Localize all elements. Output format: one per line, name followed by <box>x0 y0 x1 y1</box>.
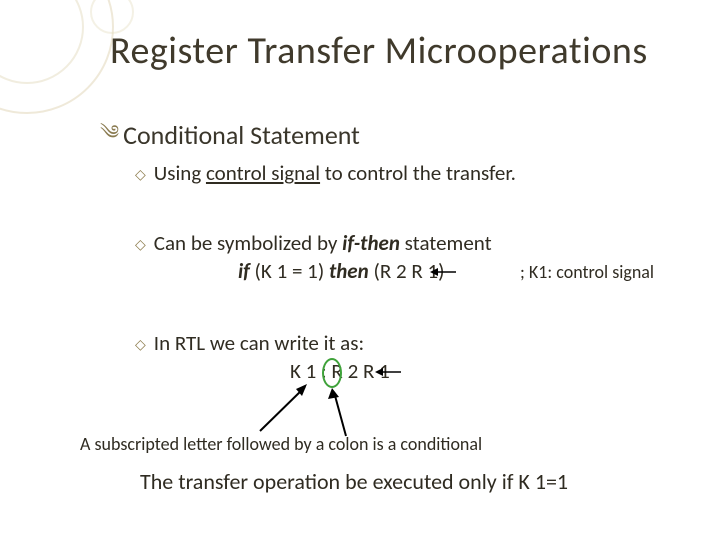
slide-title: Register Transfer Microoperations <box>110 28 648 74</box>
diamond-icon: ◇ <box>135 166 146 183</box>
b2-post: statement <box>400 230 492 256</box>
bullet-3: ◇ In RTL we can write it as: <box>135 330 364 357</box>
b2-mid: (K 1 = 1) <box>250 258 329 284</box>
b2-pre: Can be symbolized by <box>154 230 342 256</box>
footnote-2: The transfer operation be executed only … <box>140 468 568 495</box>
bullet-1: ◇ Using control signal to control the tra… <box>135 160 516 187</box>
b2-code: if (K 1 = 1) then (R 2 R 1) <box>238 258 445 284</box>
subtitle-row: ༄Conditional Statement <box>100 110 360 166</box>
wind-icon: ༄ <box>100 110 119 166</box>
b2-comment: ; K1: control signal <box>520 261 654 283</box>
b1-post: to control the transfer. <box>320 160 516 186</box>
b2-then: then <box>329 258 369 284</box>
diamond-icon: ◇ <box>135 336 146 353</box>
b2-if: if <box>238 258 250 284</box>
bullet-2: ◇ Can be symbolized by if-then statement <box>135 230 492 257</box>
b1-pre: Using <box>154 160 206 186</box>
colon-highlight <box>322 358 342 388</box>
annotation-arrow-left <box>255 381 315 436</box>
diamond-icon: ◇ <box>135 236 146 253</box>
b2-ifthen: if-then <box>342 230 400 256</box>
left-arrow-icon <box>375 366 403 378</box>
b1-underline: control signal <box>206 160 320 186</box>
left-arrow-icon <box>430 266 458 278</box>
b3-text: In RTL we can write it as: <box>154 330 364 356</box>
footnote-1: A subscripted letter followed by a colon… <box>80 433 482 455</box>
subtitle-text: Conditional Statement <box>123 119 360 151</box>
